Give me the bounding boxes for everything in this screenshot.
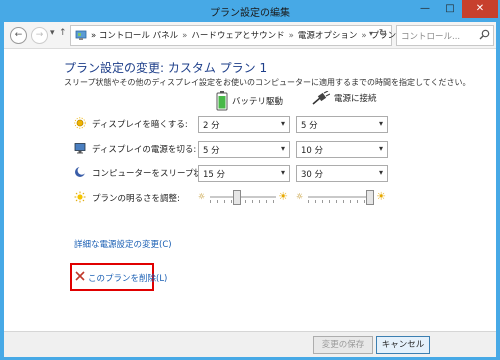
dim-sun-icon: ☼ [296,192,304,201]
battery-column-header: バッテリ駆動 [216,91,283,111]
control-panel-icon [75,30,87,40]
select-value: 5 分 [203,146,220,156]
button-bar: 変更の保存 キャンセル [4,331,496,357]
chevron-down-icon: ▾ [280,168,285,177]
slider-ticks [308,200,374,203]
brightness-icon [74,191,86,203]
turn-off-display-battery-select[interactable]: 5 分 ▾ [198,141,290,158]
search-box[interactable]: コントロール... [396,25,494,46]
chevron-down-icon: ▾ [378,144,383,153]
delete-plan-link[interactable]: このプランを削除(L) [88,272,167,284]
brightness-battery-slider[interactable]: ☼ ☀ [198,189,288,205]
forward-button[interactable]: → [31,27,48,44]
chevron-down-icon: ▾ [280,144,285,153]
select-value: 10 分 [301,146,324,156]
breadcrumb-separator: » [361,31,367,41]
cancel-button[interactable]: キャンセル [376,336,430,354]
refresh-icon[interactable]: ↻ [379,28,387,39]
chevron-down-icon: ▾ [378,119,383,128]
breadcrumb-hardware-sound[interactable]: ハードウェアとサウンド [191,31,284,41]
chevron-down-icon: ▾ [280,119,285,128]
breadcrumb-prefix: » [91,31,97,41]
slider-thumb[interactable] [366,190,374,205]
slider-track [308,196,374,198]
breadcrumb-separator: » [182,31,188,41]
address-dropdown-icon[interactable]: ▾ [369,29,373,38]
sleep-battery-select[interactable]: 15 分 ▾ [198,165,290,182]
plugged-column-header: 電源に接続 [312,91,377,105]
select-value: 30 分 [301,170,324,180]
select-value: 2 分 [203,121,220,131]
slider-thumb[interactable] [233,190,242,205]
up-button[interactable]: ↑ [59,28,67,38]
address-bar[interactable]: » コントロール パネル»ハードウェアとサウンド»電源オプション»プラン設定の編… [70,25,439,46]
brightness-plugged-slider[interactable]: ☼ ☀ [296,189,386,205]
window: プラン設定の編集 — □ ✕ ← → ▾ ↑ » コントロール パネル» ハードウ… [0,0,500,360]
sleep-plugged-select[interactable]: 30 分 ▾ [296,165,388,182]
plugged-column-label: 電源に接続 [334,94,377,104]
dim-display-battery-select[interactable]: 2 分 ▾ [198,116,290,133]
back-button[interactable]: ← [10,27,27,44]
page-title: プラン設定の変更: カスタム プラン 1 [64,61,268,75]
select-value: 5 分 [301,121,318,131]
chevron-down-icon: ▾ [378,168,383,177]
battery-column-label: バッテリ駆動 [232,97,284,107]
title-bar[interactable]: プラン設定の編集 — □ ✕ [0,0,500,22]
page-description: スリープ状態やその他のディスプレイ設定をお使いのコンピューターに適用するまでの時… [64,78,471,87]
turn-off-display-plugged-select[interactable]: 10 分 ▾ [296,141,388,158]
bright-sun-icon: ☀ [376,190,386,203]
dim-display-label: ディスプレイを暗くする: [92,120,188,130]
breadcrumb-control-panel[interactable]: コントロール パネル [99,31,178,41]
delete-x-icon [75,271,85,281]
slider-track [210,196,276,198]
breadcrumb-power-options[interactable]: 電源オプション [298,31,358,41]
search-placeholder: コントロール... [401,32,461,42]
maximize-button[interactable]: □ [438,0,462,18]
delete-plan-highlight: このプランを削除(L) [70,263,167,291]
slider-ticks [210,200,276,203]
dim-display-plugged-select[interactable]: 5 分 ▾ [296,116,388,133]
search-icon[interactable] [479,29,490,40]
breadcrumb-separator: » [288,31,294,41]
save-changes-button[interactable]: 変更の保存 [313,336,373,354]
navigation-bar: ← → ▾ ↑ » コントロール パネル» ハードウェアとサウンド» 電源オプション… [4,22,496,49]
dim-display-icon [74,117,86,129]
close-button[interactable]: ✕ [462,0,498,18]
power-plug-icon [312,91,330,105]
advanced-settings-link[interactable]: 詳細な電源設定の変更(C) [74,238,172,250]
select-value: 15 分 [203,170,226,180]
dim-sun-icon: ☼ [198,192,206,201]
recent-locations-dropdown[interactable]: ▾ [50,28,55,38]
sleep-icon [75,166,86,177]
minimize-button[interactable]: — [412,0,438,18]
bright-sun-icon: ☀ [278,190,288,203]
brightness-label: プランの明るさを調整: [92,194,180,204]
monitor-icon [74,143,86,154]
battery-icon [216,91,228,111]
turn-off-display-label: ディスプレイの電源を切る: [92,145,197,155]
